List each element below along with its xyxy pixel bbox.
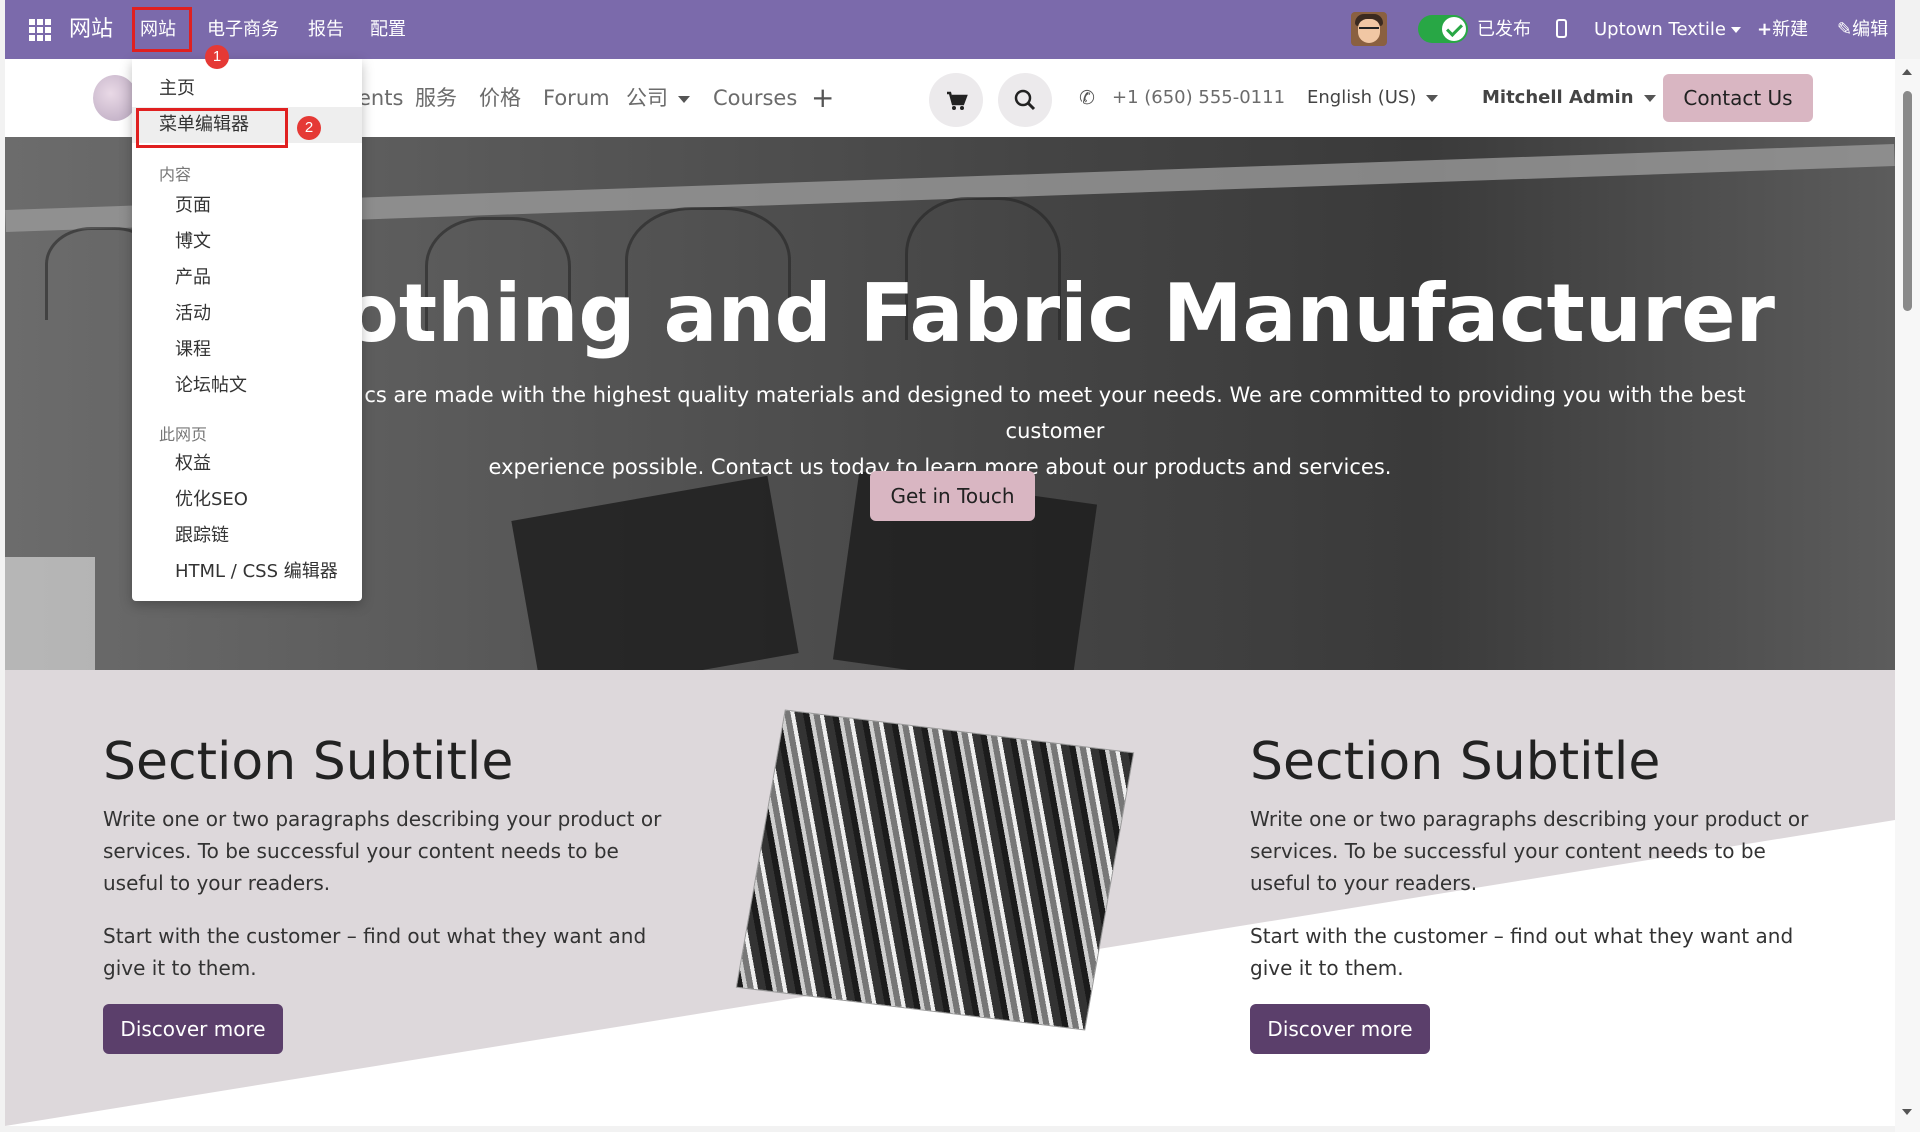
content-section: Section Subtitle Write one or two paragr…	[5, 670, 1895, 1126]
nav-item-events[interactable]: ents	[358, 59, 403, 137]
chevron-down-icon	[1426, 94, 1439, 102]
section-paragraph-right: Write one or two paragraphs describing y…	[1250, 807, 1809, 895]
menu-item-html-css-editor[interactable]: HTML / CSS 编辑器	[132, 554, 362, 590]
section-subtitle-right: Section Subtitle	[1250, 732, 1661, 792]
browser-viewport: 网站 网站 电子商务 报告 配置 已发布 Uptown Textile +新建 …	[5, 0, 1895, 1126]
plus-icon: +	[1757, 19, 1773, 40]
menu-reports[interactable]: 报告	[308, 0, 344, 59]
mobile-preview-icon[interactable]	[1556, 19, 1567, 38]
step-badge-1: 1	[205, 45, 229, 69]
menu-item-products[interactable]: 产品	[132, 260, 362, 296]
scroll-thumb[interactable]	[1903, 91, 1912, 311]
language-selector[interactable]: English (US)	[1307, 59, 1439, 137]
nav-item-forum[interactable]: Forum	[543, 59, 610, 137]
garment-graphic	[5, 557, 95, 670]
menu-item-events[interactable]: 活动	[132, 296, 362, 332]
new-label: 新建	[1772, 19, 1809, 40]
nav-item-company[interactable]: 公司	[626, 59, 690, 137]
edit-label: 编辑	[1852, 19, 1889, 40]
add-menu-plus-icon[interactable]: +	[811, 59, 834, 137]
company-name: Uptown Textile	[1594, 19, 1727, 40]
company-switcher[interactable]: Uptown Textile	[1594, 0, 1742, 59]
check-icon	[1442, 17, 1466, 41]
garment-graphic	[511, 475, 799, 670]
section-paragraph-left: Write one or two paragraphs describing y…	[103, 807, 662, 895]
publish-toggle[interactable]	[1418, 15, 1468, 43]
contact-us-button[interactable]: Contact Us	[1663, 74, 1813, 122]
menu-header-this-page: 此网页	[159, 425, 208, 444]
user-menu[interactable]: Mitchell Admin	[1482, 59, 1656, 137]
menu-item-forum-posts[interactable]: 论坛帖文	[132, 368, 362, 404]
section-paragraph-right: Start with the customer – find out what …	[1250, 924, 1794, 980]
search-button[interactable]	[998, 73, 1052, 127]
menu-item-blog-posts[interactable]: 博文	[132, 224, 362, 260]
menu-item-seo[interactable]: 优化SEO	[132, 482, 362, 518]
language-label: English (US)	[1307, 87, 1417, 108]
menu-config[interactable]: 配置	[370, 0, 406, 59]
user-name: Mitchell Admin	[1482, 87, 1634, 108]
section-paragraph-left: Start with the customer – find out what …	[103, 924, 647, 980]
menu-item-courses[interactable]: 课程	[132, 332, 362, 368]
apps-grid-icon[interactable]	[29, 19, 51, 41]
step-badge-2: 2	[297, 116, 321, 140]
chevron-down-icon	[1643, 94, 1656, 102]
menu-item-pages[interactable]: 页面	[132, 188, 362, 224]
nav-item-pricing[interactable]: 价格	[479, 59, 521, 137]
discover-more-button[interactable]: Discover more	[1250, 1004, 1430, 1054]
edit-button[interactable]: ✎编辑	[1837, 0, 1888, 59]
menu-item-rights[interactable]: 权益	[132, 446, 362, 482]
phone-number[interactable]: +1 (650) 555-0111	[1112, 59, 1285, 137]
scroll-down-icon[interactable]	[1902, 1109, 1912, 1115]
menu-header-content: 内容	[159, 165, 192, 184]
section-subtitle-left: Section Subtitle	[103, 732, 514, 792]
page-scrollbar[interactable]	[1895, 59, 1920, 1132]
cart-icon	[947, 91, 968, 110]
user-avatar[interactable]	[1351, 12, 1387, 46]
cart-button[interactable]	[929, 73, 983, 127]
chevron-down-icon	[1731, 27, 1742, 33]
chevron-down-icon	[678, 95, 690, 103]
menu-item-tracking[interactable]: 跟踪链	[132, 518, 362, 554]
phone-icon: ✆	[1079, 87, 1095, 109]
pencil-icon: ✎	[1837, 19, 1853, 40]
menu-item-home[interactable]: 主页	[132, 71, 362, 107]
discover-more-button[interactable]: Discover more	[103, 1004, 283, 1054]
site-logo[interactable]	[93, 75, 137, 121]
highlight-box-website-menu	[132, 7, 192, 52]
highlight-box-menu-editor	[136, 108, 288, 148]
nav-item-courses[interactable]: Courses	[713, 59, 797, 137]
search-icon	[1014, 89, 1036, 111]
fabric-image	[736, 710, 1134, 1030]
scroll-up-icon[interactable]	[1902, 69, 1912, 75]
published-label: 已发布	[1477, 19, 1531, 40]
nav-company-label: 公司	[626, 86, 668, 110]
app-brand: 网站	[69, 17, 114, 42]
odoo-top-bar: 网站 网站 电子商务 报告 配置 已发布 Uptown Textile +新建 …	[5, 0, 1895, 59]
get-in-touch-button[interactable]: Get in Touch	[870, 471, 1035, 521]
new-button[interactable]: +新建	[1757, 0, 1808, 59]
nav-item-services[interactable]: 服务	[415, 59, 457, 137]
